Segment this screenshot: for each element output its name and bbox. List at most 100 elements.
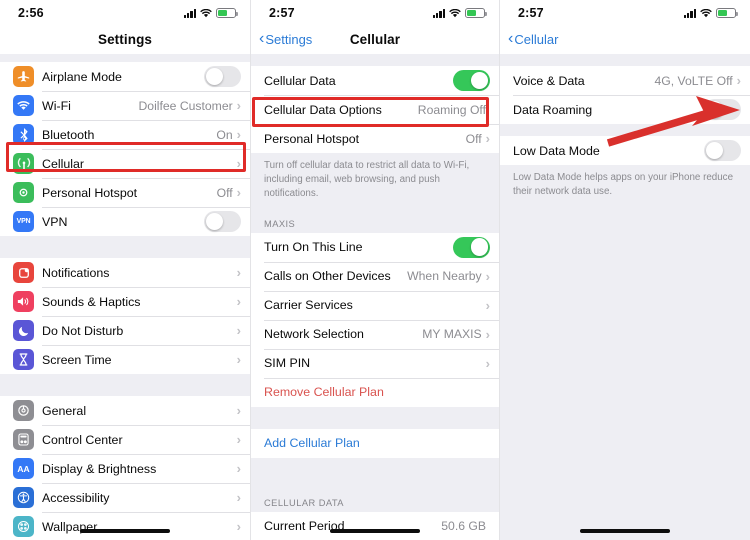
row-label: Personal Hotspot <box>264 131 360 146</box>
list-spacer <box>251 406 499 429</box>
phone-screen-cellular: 2:57 ‹ Settings Cellular Cellular Data C… <box>250 0 500 540</box>
row-value: Off <box>465 131 482 146</box>
list-spacer <box>500 124 750 136</box>
display-icon: AA <box>13 458 34 479</box>
chevron-right-icon: › <box>485 355 490 371</box>
row-label: Notifications <box>42 265 110 280</box>
sidebar-item-do-not-disturb[interactable]: Do Not Disturb › <box>0 316 250 345</box>
sidebar-item-control-center[interactable]: Control Center › <box>0 425 250 454</box>
back-button-settings[interactable]: ‹ Settings <box>259 29 312 47</box>
turn-on-line-toggle[interactable] <box>453 236 490 258</box>
status-indicators <box>432 8 487 18</box>
row-remove-cellular-plan[interactable]: Remove Cellular Plan <box>251 377 499 407</box>
screenshot-root: 2:56 Settings Airplane Mode Wi-Fi Doilfe… <box>0 0 750 540</box>
chevron-right-icon: › <box>485 268 490 284</box>
row-add-cellular-plan[interactable]: Add Cellular Plan <box>251 428 499 458</box>
row-label: Airplane Mode <box>42 69 122 84</box>
cellular-bars-icon <box>183 8 196 18</box>
wifi-icon <box>449 8 461 18</box>
row-low-data-mode[interactable]: Low Data Mode <box>500 136 750 165</box>
data-roaming-toggle[interactable] <box>704 99 741 120</box>
airplane-mode-toggle[interactable] <box>204 66 241 87</box>
settings-group-alerts: Notifications › Sounds & Haptics › Do No… <box>0 258 250 374</box>
row-label: Carrier Services <box>264 298 353 313</box>
sidebar-item-screen-time[interactable]: Screen Time › <box>0 345 250 374</box>
section-voice-data: Voice & Data 4G, VoLTE Off › Data Roamin… <box>500 66 750 124</box>
moon-icon <box>13 320 34 341</box>
section-low-data-mode: Low Data Mode <box>500 136 750 165</box>
back-button-cellular[interactable]: ‹ Cellular <box>508 30 558 47</box>
chevron-right-icon: › <box>236 185 241 200</box>
sidebar-item-airplane-mode[interactable]: Airplane Mode <box>0 62 250 91</box>
chevron-right-icon: › <box>236 403 241 418</box>
row-cellular-data-options[interactable]: Cellular Data Options Roaming Off <box>251 95 499 124</box>
status-bar: 2:57 <box>251 0 499 24</box>
home-indicator <box>580 528 670 533</box>
row-personal-hotspot[interactable]: Personal Hotspot Off › <box>251 124 499 153</box>
row-value: 4G, VoLTE Off <box>654 73 733 88</box>
row-network-selection[interactable]: Network Selection MY MAXIS › <box>251 319 499 349</box>
row-carrier-services[interactable]: Carrier Services › <box>251 290 499 320</box>
row-label: SIM PIN <box>264 356 311 371</box>
sidebar-item-bluetooth[interactable]: Bluetooth On › <box>0 120 250 149</box>
hourglass-icon <box>13 349 34 370</box>
sidebar-item-general[interactable]: General › <box>0 396 250 425</box>
chevron-right-icon: › <box>236 127 241 142</box>
row-turn-on-this-line[interactable]: Turn On This Line <box>251 232 499 262</box>
chevron-right-icon: › <box>236 156 241 171</box>
row-label: Screen Time <box>42 352 112 367</box>
row-calls-on-other-devices[interactable]: Calls on Other Devices When Nearby › <box>251 261 499 291</box>
chevron-left-icon: ‹ <box>259 29 265 47</box>
battery-icon <box>465 8 487 18</box>
notifications-icon <box>13 262 34 283</box>
section-footer-low-data-mode: Low Data Mode helps apps on your iPhone … <box>500 165 750 207</box>
status-time: 2:57 <box>269 6 295 20</box>
row-label: Cellular Data <box>264 73 336 88</box>
row-sim-pin[interactable]: SIM PIN › <box>251 348 499 378</box>
sidebar-item-wifi[interactable]: Wi-Fi Doilfee Customer › <box>0 91 250 120</box>
sidebar-item-notifications[interactable]: Notifications › <box>0 258 250 287</box>
row-voice-and-data[interactable]: Voice & Data 4G, VoLTE Off › <box>500 66 750 95</box>
cellular-data-toggle[interactable] <box>453 70 490 91</box>
sidebar-item-sounds-haptics[interactable]: Sounds & Haptics › <box>0 287 250 316</box>
vpn-toggle[interactable] <box>204 211 241 232</box>
cellular-bars-icon <box>683 8 696 18</box>
nav-bar: ‹ Settings Cellular <box>251 24 499 54</box>
airplane-icon <box>13 66 34 87</box>
sidebar-item-cellular[interactable]: Cellular › <box>0 149 250 178</box>
list-spacer <box>251 457 499 488</box>
battery-icon <box>216 8 238 18</box>
row-label: Cellular Data Options <box>264 102 382 117</box>
section-cellular-data-usage: Current Period 50.6 GB Current Period Ro… <box>251 511 499 540</box>
row-label: Display & Brightness <box>42 461 157 476</box>
sidebar-item-accessibility[interactable]: Accessibility › <box>0 483 250 512</box>
row-cellular-data[interactable]: Cellular Data <box>251 66 499 95</box>
cellular-list[interactable]: Cellular Data Cellular Data Options Roam… <box>251 54 499 540</box>
sidebar-item-personal-hotspot[interactable]: Personal Hotspot Off › <box>0 178 250 207</box>
data-options-list[interactable]: Voice & Data 4G, VoLTE Off › Data Roamin… <box>500 54 750 540</box>
row-value: Roaming Off <box>417 102 486 117</box>
section-maxis: Turn On This Line Calls on Other Devices… <box>251 232 499 407</box>
sidebar-item-wallpaper[interactable]: Wallpaper › <box>0 512 250 540</box>
wifi-icon <box>13 95 34 116</box>
row-data-roaming[interactable]: Data Roaming <box>500 95 750 124</box>
settings-group-connectivity: Airplane Mode Wi-Fi Doilfee Customer › B… <box>0 62 250 236</box>
section-add-plan: Add Cellular Plan <box>251 428 499 458</box>
wallpaper-icon <box>13 516 34 537</box>
status-time: 2:57 <box>518 6 544 20</box>
sidebar-item-vpn[interactable]: VPN VPN <box>0 207 250 236</box>
row-label: Bluetooth <box>42 127 95 142</box>
chevron-right-icon: › <box>236 265 241 280</box>
low-data-mode-toggle[interactable] <box>704 140 741 161</box>
row-current-period[interactable]: Current Period 50.6 GB <box>251 511 499 540</box>
status-bar: 2:57 <box>500 0 750 24</box>
status-bar: 2:56 <box>0 0 250 24</box>
chevron-right-icon: › <box>236 490 241 505</box>
section-header-maxis: MAXIS <box>251 208 499 233</box>
nav-bar: ‹ Cellular <box>500 24 750 54</box>
row-label: Cellular <box>42 156 85 171</box>
status-indicators <box>683 8 738 18</box>
settings-list[interactable]: Airplane Mode Wi-Fi Doilfee Customer › B… <box>0 54 250 540</box>
row-label: Personal Hotspot <box>42 185 138 200</box>
sidebar-item-display-brightness[interactable]: AA Display & Brightness › <box>0 454 250 483</box>
